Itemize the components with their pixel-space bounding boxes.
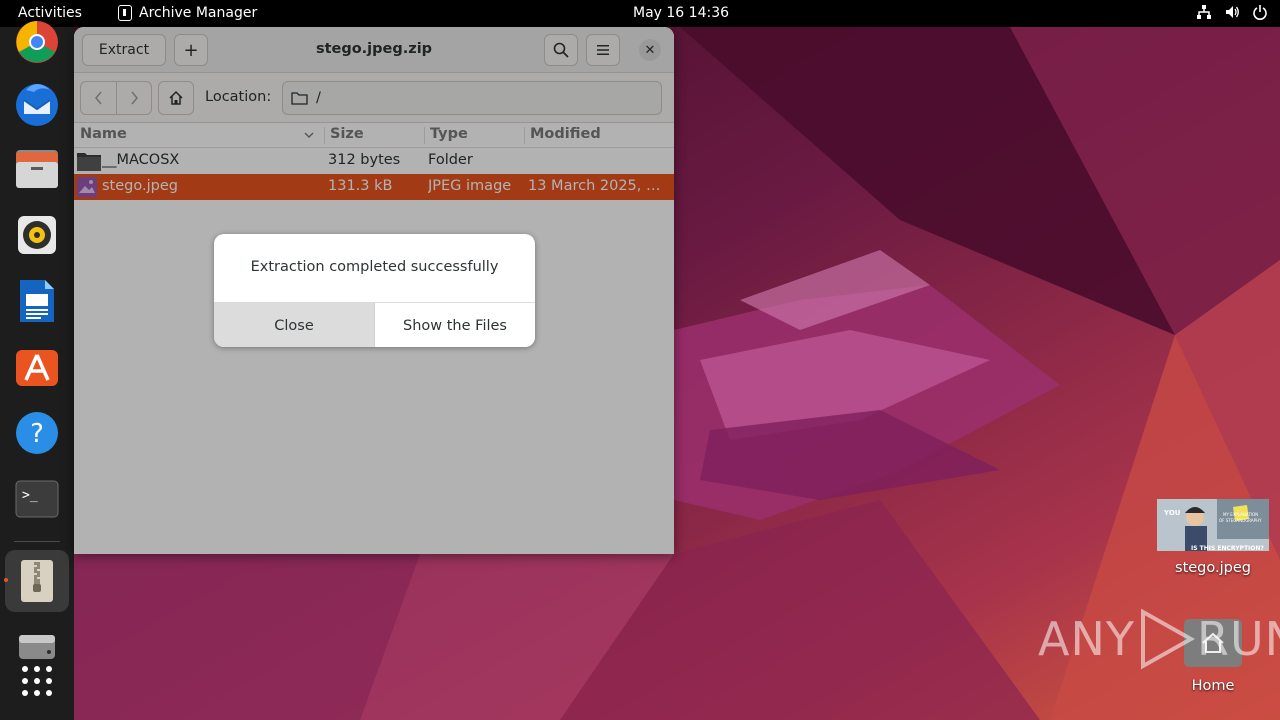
svg-text:>_: >_ [22, 488, 38, 503]
desktop-home-label[interactable]: Home [1170, 678, 1256, 694]
anyrun-watermark: ANY RUN [1038, 608, 1280, 670]
watermark-right-text: RUN [1196, 612, 1280, 666]
desktop-file-stego-jpeg[interactable]: stego.jpeg [1157, 560, 1269, 576]
clock[interactable]: May 16 14:36 [633, 5, 729, 21]
terminal-icon: >_ [15, 480, 59, 518]
svg-text:?: ? [30, 419, 44, 449]
power-icon [1253, 5, 1267, 20]
dialog-close-button[interactable]: Close [214, 303, 375, 347]
svg-text:YOU: YOU [1163, 509, 1181, 517]
show-files-button[interactable]: Show the Files [375, 303, 535, 347]
extraction-complete-dialog: Extraction completed successfully Close … [214, 234, 535, 347]
chrome-icon [16, 21, 58, 63]
dock-separator [14, 541, 60, 542]
dock-help[interactable]: ? [5, 402, 69, 464]
meme-thumbnail-image: YOU MY EXPLANATION OF STEGANOGRAPHY IS T… [1157, 499, 1269, 551]
play-logo-icon [1140, 608, 1195, 670]
app-menu-label: Archive Manager [139, 5, 258, 21]
archive-manager-icon [21, 560, 53, 602]
stego-jpeg-thumbnail[interactable]: YOU MY EXPLANATION OF STEGANOGRAPHY IS T… [1157, 499, 1269, 551]
top-bar: Activities Archive Manager May 16 14:36 [0, 0, 1280, 27]
app-center-icon [16, 350, 58, 386]
dock: ? >_ [0, 21, 74, 720]
svg-text:IS THIS ENCRYPTION?: IS THIS ENCRYPTION? [1191, 545, 1264, 551]
volume-icon [1226, 6, 1239, 18]
dock-files[interactable] [5, 138, 69, 200]
dock-thunderbird[interactable] [5, 72, 69, 134]
system-tray[interactable] [1196, 4, 1268, 20]
help-icon: ? [16, 412, 58, 454]
rhythmbox-icon [18, 216, 56, 254]
svg-text:OF STEGANOGRAPHY: OF STEGANOGRAPHY [1219, 518, 1262, 523]
dialog-button-row: Close Show the Files [214, 302, 535, 347]
dock-app-center[interactable] [5, 336, 69, 398]
writer-icon [20, 280, 54, 322]
dock-archive-manager[interactable] [4, 550, 69, 612]
running-indicator [4, 578, 8, 582]
dock-terminal[interactable]: >_ [5, 468, 69, 530]
dock-libreoffice-writer[interactable] [5, 270, 69, 332]
watermark-left-text: ANY [1038, 612, 1135, 666]
dock-rhythmbox[interactable] [5, 204, 69, 266]
app-grid-icon [22, 666, 52, 696]
svg-text:MY EXPLANATION: MY EXPLANATION [1223, 512, 1258, 517]
dock-chrome[interactable] [5, 11, 69, 73]
files-icon [16, 150, 58, 188]
network-icon [1197, 5, 1211, 19]
dialog-message: Extraction completed successfully [250, 259, 499, 275]
dock-app-grid[interactable] [5, 650, 69, 712]
app-menu[interactable]: Archive Manager [118, 5, 257, 21]
archive-manager-icon [118, 5, 132, 21]
thunderbird-icon [16, 84, 58, 126]
